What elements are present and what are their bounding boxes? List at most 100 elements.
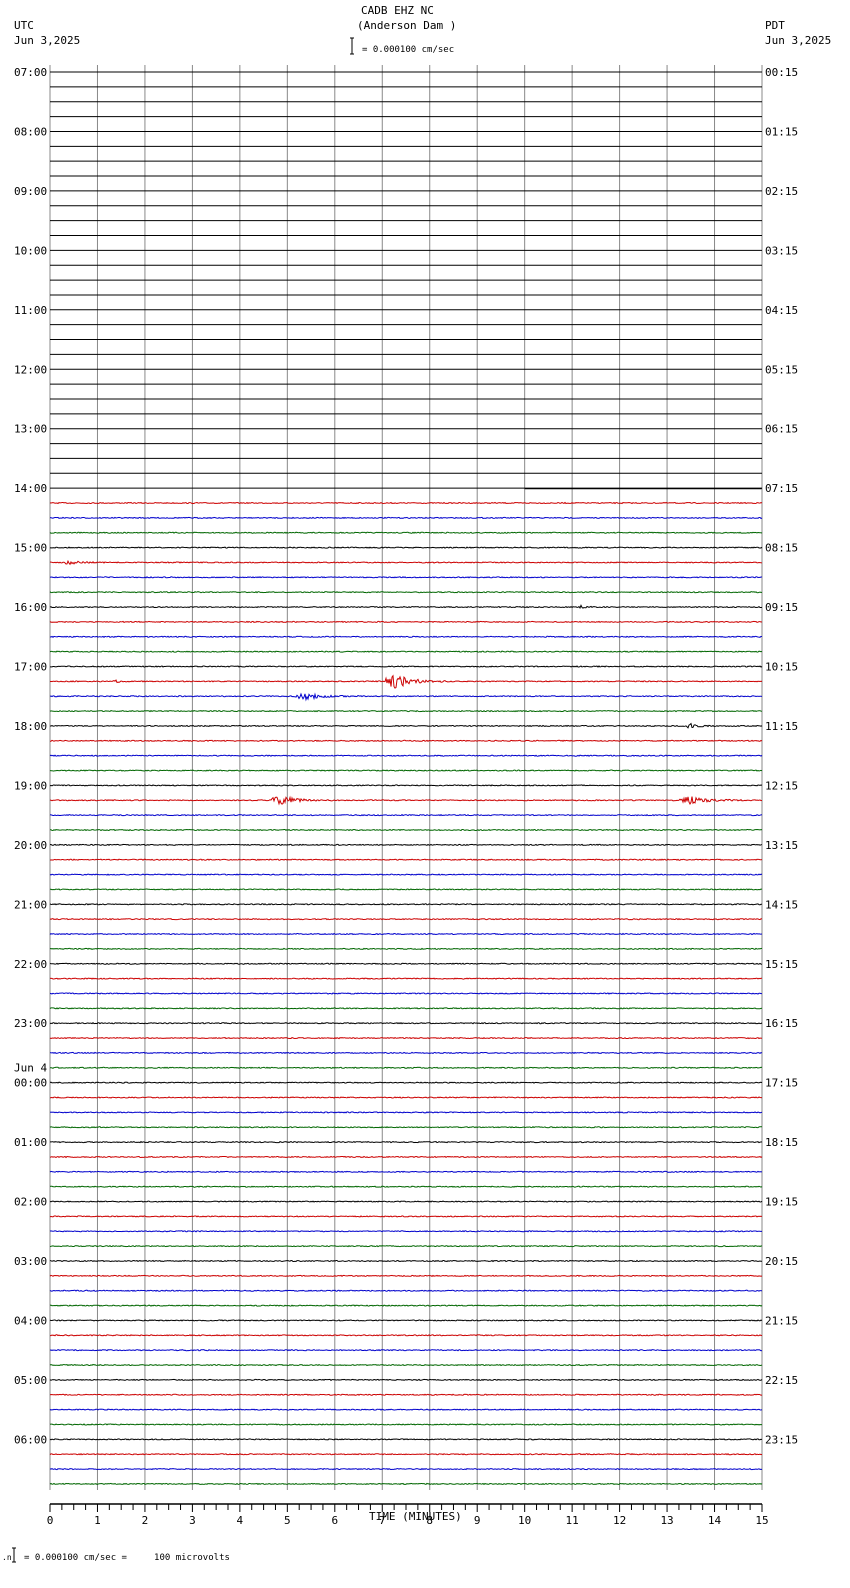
- utc-hour-label: 01:00: [14, 1136, 47, 1149]
- footer-scale-text: = 0.000100 cm/sec = 100 microvolts: [24, 1553, 230, 1563]
- left-timezone: UTC: [14, 19, 34, 32]
- seismic-trace: [49, 674, 763, 689]
- seismic-trace: [50, 1096, 763, 1099]
- pdt-hour-label: 09:15: [765, 601, 798, 614]
- seismic-trace: [49, 1111, 763, 1114]
- seismic-trace: [49, 1140, 763, 1144]
- seismic-trace: [49, 977, 763, 980]
- pdt-hour-label: 12:15: [765, 779, 798, 792]
- utc-hour-label: 22:00: [14, 958, 47, 971]
- seismic-trace: [49, 1200, 763, 1203]
- seismic-trace: [49, 1230, 763, 1233]
- right-date: Jun 3,2025: [765, 34, 831, 47]
- pdt-hour-label: 04:15: [765, 304, 798, 317]
- seismic-trace: [50, 858, 763, 861]
- pdt-hour-label: 11:15: [765, 720, 798, 733]
- x-tick-label: 13: [660, 1514, 673, 1527]
- seismic-trace: [49, 754, 763, 757]
- pdt-hour-label: 01:15: [765, 125, 798, 138]
- footer-mark: .n: [2, 1553, 12, 1562]
- seismic-trace: [49, 591, 762, 594]
- pdt-hour-label: 22:15: [765, 1374, 798, 1387]
- seismic-trace: [49, 709, 763, 713]
- seismic-trace: [49, 1170, 763, 1173]
- seismic-trace: [49, 873, 763, 876]
- utc-hour-label: 05:00: [14, 1374, 47, 1387]
- seismic-trace: [49, 1259, 762, 1263]
- seismic-trace: [49, 932, 763, 936]
- seismic-trace: [49, 1215, 763, 1218]
- seismic-trace: [49, 1155, 763, 1159]
- pdt-hour-label: 15:15: [765, 958, 798, 971]
- seismic-trace: [49, 1244, 763, 1248]
- pdt-hour-label: 13:15: [765, 839, 798, 852]
- utc-hour-label: 12:00: [14, 363, 47, 376]
- scale-text: = 0.000100 cm/sec: [362, 45, 454, 55]
- seismic-trace: [49, 635, 763, 638]
- seismic-trace: [49, 1423, 763, 1426]
- date-change-label: Jun 4: [14, 1062, 47, 1075]
- seismic-trace: [49, 784, 763, 787]
- utc-hour-label: 11:00: [14, 304, 47, 317]
- x-tick-label: 9: [474, 1514, 481, 1527]
- seismic-trace: [49, 1022, 763, 1025]
- utc-hour-label: 10:00: [14, 244, 47, 257]
- right-timezone: PDT: [765, 19, 785, 32]
- pdt-hour-label: 06:15: [765, 423, 798, 436]
- seismic-trace: [49, 1319, 763, 1322]
- seismic-trace: [49, 576, 763, 579]
- seismic-trace: [49, 992, 762, 995]
- seismic-trace: [49, 813, 763, 817]
- utc-hour-label: 17:00: [14, 661, 47, 674]
- seismic-trace: [49, 918, 763, 921]
- utc-hour-label: 23:00: [14, 1017, 47, 1030]
- station-location: (Anderson Dam ): [357, 19, 456, 32]
- helicorder: CADB EHZ NC (Anderson Dam ) UTC Jun 3,20…: [0, 0, 850, 1584]
- seismic-trace: [49, 795, 763, 806]
- pdt-hour-label: 10:15: [765, 661, 798, 674]
- pdt-hour-label: 18:15: [765, 1136, 798, 1149]
- seismic-trace: [49, 1378, 763, 1382]
- utc-hour-label: 06:00: [14, 1433, 47, 1446]
- seismic-trace: [49, 1393, 763, 1396]
- seismic-trace: [50, 665, 763, 668]
- x-tick-label: 4: [237, 1514, 244, 1527]
- pdt-hour-label: 17:15: [765, 1077, 798, 1090]
- left-date: Jun 3,2025: [14, 34, 80, 47]
- x-tick-label: 10: [518, 1514, 531, 1527]
- station-title: CADB EHZ NC: [361, 4, 434, 17]
- seismic-trace: [49, 546, 763, 549]
- seismic-trace: [49, 843, 763, 846]
- utc-hour-label: 15:00: [14, 542, 47, 555]
- utc-hour-label: 00:00: [14, 1077, 47, 1090]
- seismic-trace: [49, 650, 763, 653]
- seismic-trace: [49, 962, 763, 965]
- seismic-trace: [49, 1452, 763, 1456]
- utc-hour-label: 16:00: [14, 601, 47, 614]
- utc-hour-label: 19:00: [14, 779, 47, 792]
- seismic-trace: [49, 1185, 763, 1188]
- seismic-trace: [49, 1408, 763, 1411]
- utc-hour-label: 14:00: [14, 482, 47, 495]
- x-tick-label: 15: [755, 1514, 768, 1527]
- x-tick-label: 0: [47, 1514, 54, 1527]
- utc-hour-label: 02:00: [14, 1196, 47, 1209]
- footer-scale-bar-icon: [12, 1547, 16, 1563]
- seismic-trace: [49, 769, 763, 772]
- seismic-trace: [50, 722, 763, 729]
- seismic-trace: [50, 739, 763, 742]
- seismic-trace: [49, 1036, 763, 1040]
- seismic-trace: [49, 1007, 763, 1010]
- pdt-hour-label: 19:15: [765, 1196, 798, 1209]
- x-tick-label: 5: [284, 1514, 291, 1527]
- seismic-trace: [50, 828, 763, 832]
- x-tick-label: 14: [708, 1514, 722, 1527]
- seismic-trace: [49, 1274, 763, 1278]
- seismic-trace: [49, 1438, 763, 1441]
- x-tick-label: 1: [94, 1514, 101, 1527]
- seismic-trace: [49, 1467, 763, 1471]
- seismic-trace: [49, 1304, 763, 1307]
- pdt-hour-label: 07:15: [765, 482, 798, 495]
- seismic-trace: [49, 947, 763, 951]
- utc-hour-label: 04:00: [14, 1314, 47, 1327]
